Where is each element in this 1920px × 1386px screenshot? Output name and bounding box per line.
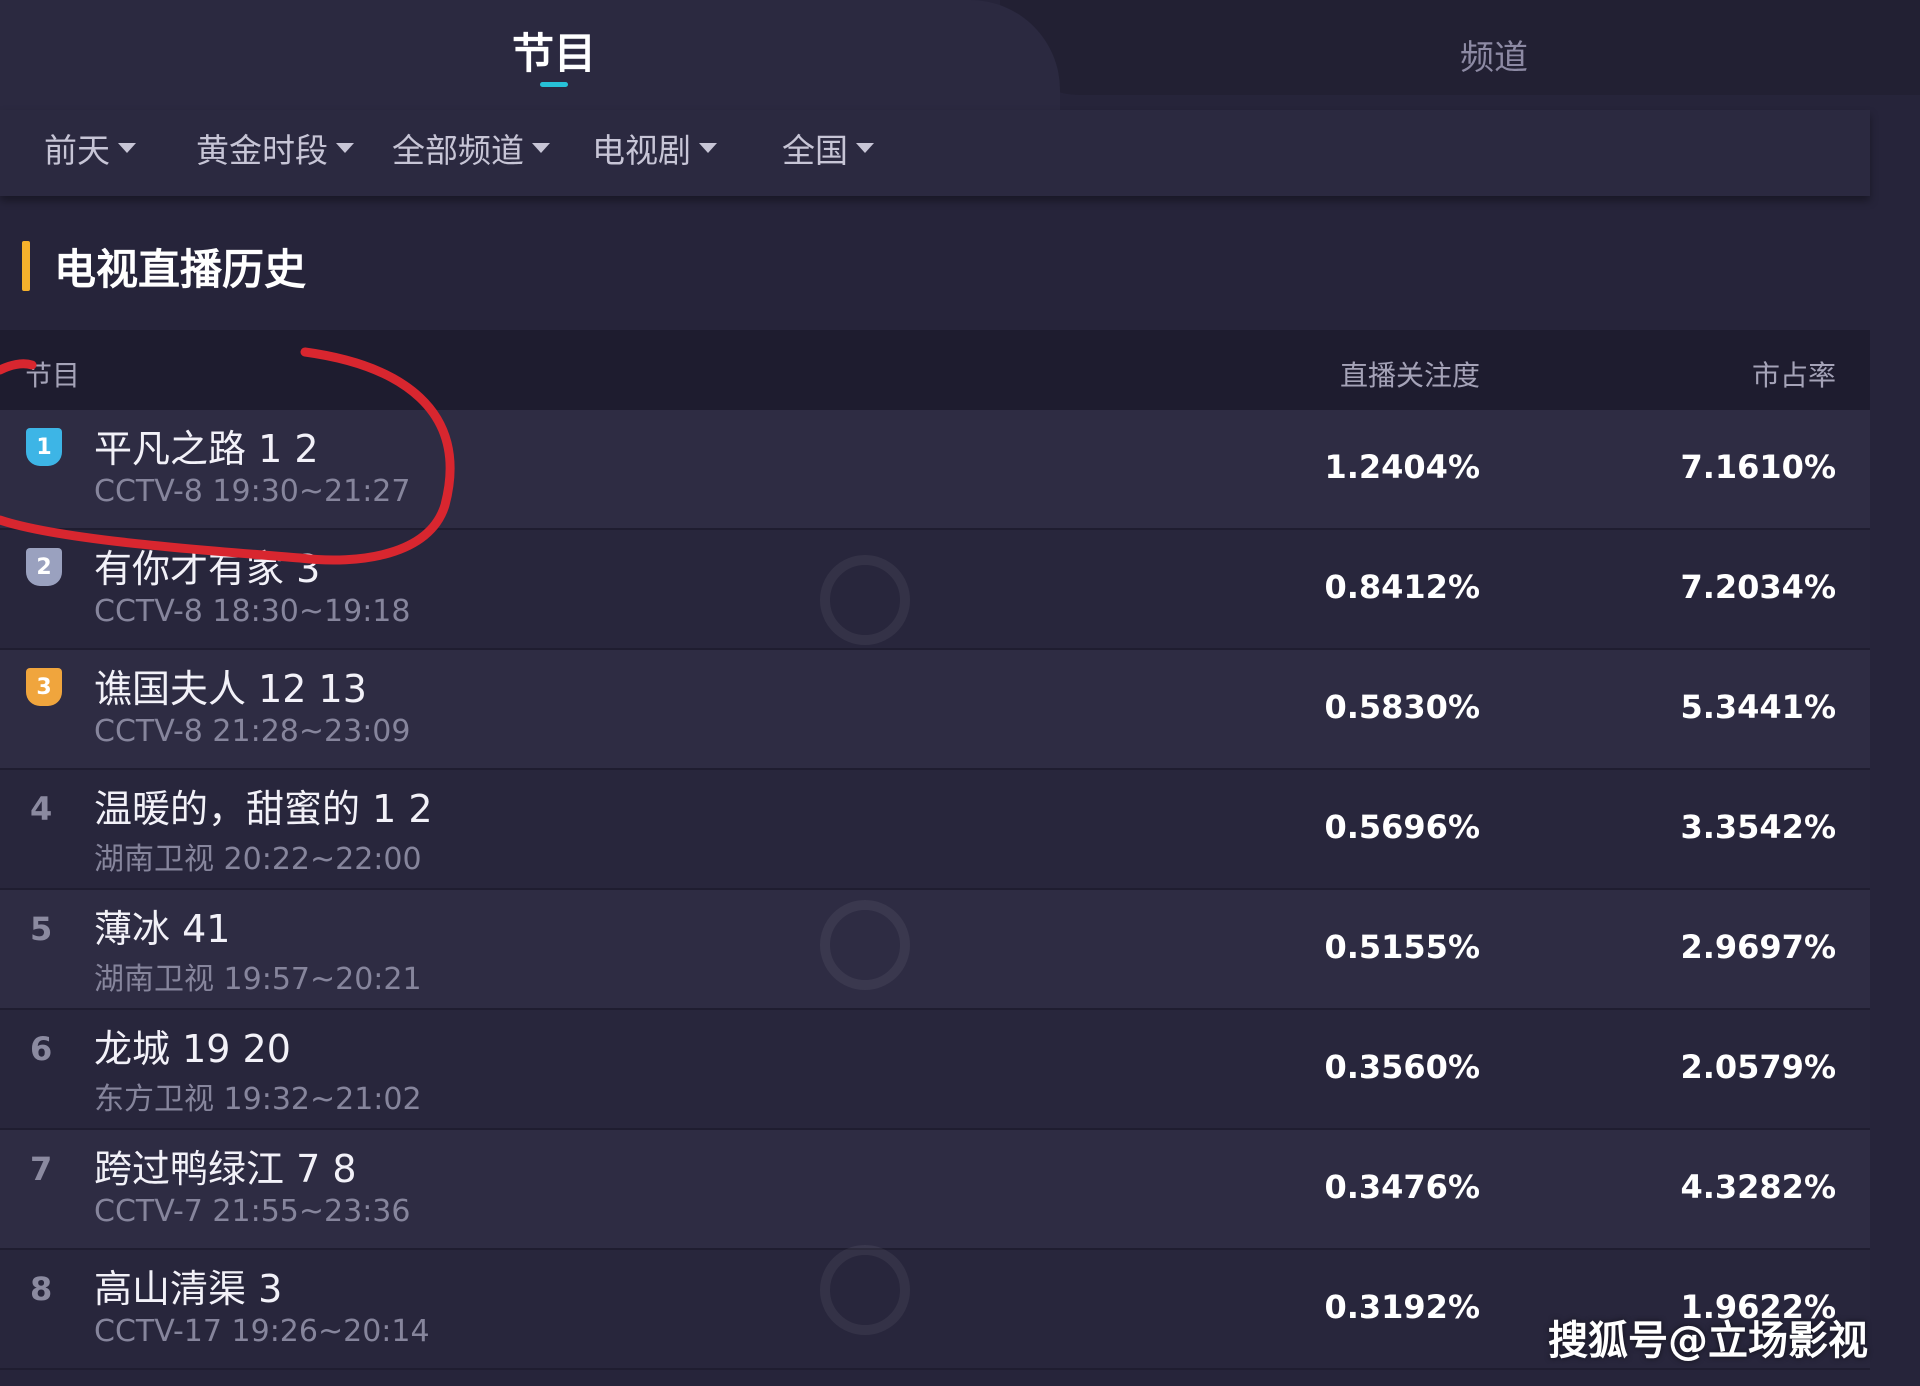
program-title: 龙城 19 20 [94,1027,291,1071]
attention-value: 0.3192% [1324,1288,1480,1326]
rank-number: 4 [30,790,53,828]
table-row[interactable]: 6 龙城 19 20 东方卫视 19:32~21:02 0.3560% 2.05… [0,1010,1870,1130]
tab-programs[interactable]: 节目 [512,20,596,81]
caret-down-icon [118,143,136,153]
table-row[interactable]: 4 温暖的，甜蜜的 1 2 湖南卫视 20:22~22:00 0.5696% 3… [0,770,1870,890]
filter-date-label: 前天 [44,131,110,170]
program-channel-time: 东方卫视 19:32~21:02 [94,1082,422,1117]
program-title: 薄冰 41 [94,907,231,951]
active-tab-indicator [540,82,568,87]
top-tab-bar: 节目 频道 [0,0,1920,110]
share-value: 4.3282% [1680,1168,1836,1206]
filter-date-dropdown[interactable]: 前天 [44,124,136,172]
program-title: 有你才有家 3 [94,547,321,591]
attention-value: 0.5696% [1324,808,1480,846]
rank-number: 7 [30,1150,53,1188]
program-title: 谯国夫人 12 13 [94,667,367,711]
program-channel-time: CCTV-8 18:30~19:18 [94,594,411,629]
watermark-logo-icon [820,555,910,645]
attention-value: 1.2404% [1324,448,1480,486]
attention-value: 0.5155% [1324,928,1480,966]
table-row[interactable]: 2 有你才有家 3 CCTV-8 18:30~19:18 0.8412% 7.2… [0,530,1870,650]
caret-down-icon [336,143,354,153]
program-title: 跨过鸭绿江 7 8 [94,1147,357,1191]
share-value: 3.3542% [1680,808,1836,846]
program-title: 高山清渠 3 [94,1267,283,1311]
table-row[interactable]: 7 跨过鸭绿江 7 8 CCTV-7 21:55~23:36 0.3476% 4… [0,1130,1870,1250]
filter-timeslot-dropdown[interactable]: 黄金时段 [196,124,354,172]
program-channel-time: CCTV-7 21:55~23:36 [94,1194,411,1229]
share-value: 2.9697% [1680,928,1836,966]
program-channel-time: 湖南卫视 20:22~22:00 [94,842,422,877]
filter-region-label: 全国 [782,131,848,170]
filter-genre-dropdown[interactable]: 电视剧 [592,124,717,172]
attention-value: 0.5830% [1324,688,1480,726]
source-credit: 搜狐号@立场影视 [1548,1318,1868,1364]
attention-value: 0.8412% [1324,568,1480,606]
rank-1-medal-icon: 1 [26,428,62,466]
program-channel-time: CCTV-17 19:26~20:14 [94,1314,430,1349]
caret-down-icon [699,143,717,153]
share-value: 7.2034% [1680,568,1836,606]
program-channel-time: 湖南卫视 19:57~20:21 [94,962,422,997]
filter-timeslot-label: 黄金时段 [196,131,328,170]
filter-channel-label: 全部频道 [392,131,524,170]
section-header: 电视直播历史 [22,240,306,294]
column-header-program: 节目 [24,359,81,392]
filter-channel-dropdown[interactable]: 全部频道 [392,124,550,172]
rank-number: 6 [30,1030,53,1068]
rank-number: 5 [30,910,53,948]
table-row[interactable]: 3 谯国夫人 12 13 CCTV-8 21:28~23:09 0.5830% … [0,650,1870,770]
table-row[interactable]: 1 平凡之路 1 2 CCTV-8 19:30~21:27 1.2404% 7.… [0,410,1870,530]
share-value: 2.0579% [1680,1048,1836,1086]
attention-value: 0.3560% [1324,1048,1480,1086]
program-title: 平凡之路 1 2 [94,427,319,471]
watermark-logo-icon [820,900,910,990]
rank-2-medal-icon: 2 [26,548,62,586]
watermark-logo-icon [820,1245,910,1335]
filter-bar: 前天 黄金时段 全部频道 电视剧 全国 [0,110,1870,196]
share-value: 7.1610% [1680,448,1836,486]
column-header-share[interactable]: 市占率 [1752,354,1836,394]
table-row[interactable]: 5 薄冰 41 湖南卫视 19:57~20:21 0.5155% 2.9697% [0,890,1870,1010]
share-value: 5.3441% [1680,688,1836,726]
ratings-table: 节目 直播关注度 市占率 1 平凡之路 1 2 CCTV-8 19:30~21:… [0,330,1870,1370]
section-title: 电视直播历史 [54,244,307,294]
caret-down-icon [532,143,550,153]
column-header-attention[interactable]: 直播关注度 [1340,354,1480,394]
rank-number: 8 [30,1270,53,1308]
caret-down-icon [856,143,874,153]
program-channel-time: CCTV-8 21:28~23:09 [94,714,411,749]
attention-value: 0.3476% [1324,1168,1480,1206]
section-accent-bar [22,241,30,291]
program-channel-time: CCTV-8 19:30~21:27 [94,474,411,509]
filter-genre-label: 电视剧 [592,131,691,170]
filter-region-dropdown[interactable]: 全国 [782,124,874,172]
table-header: 节目 直播关注度 市占率 [0,330,1870,410]
rank-3-medal-icon: 3 [26,668,62,706]
program-title: 温暖的，甜蜜的 1 2 [94,787,433,831]
tab-channels[interactable]: 频道 [1460,30,1528,79]
